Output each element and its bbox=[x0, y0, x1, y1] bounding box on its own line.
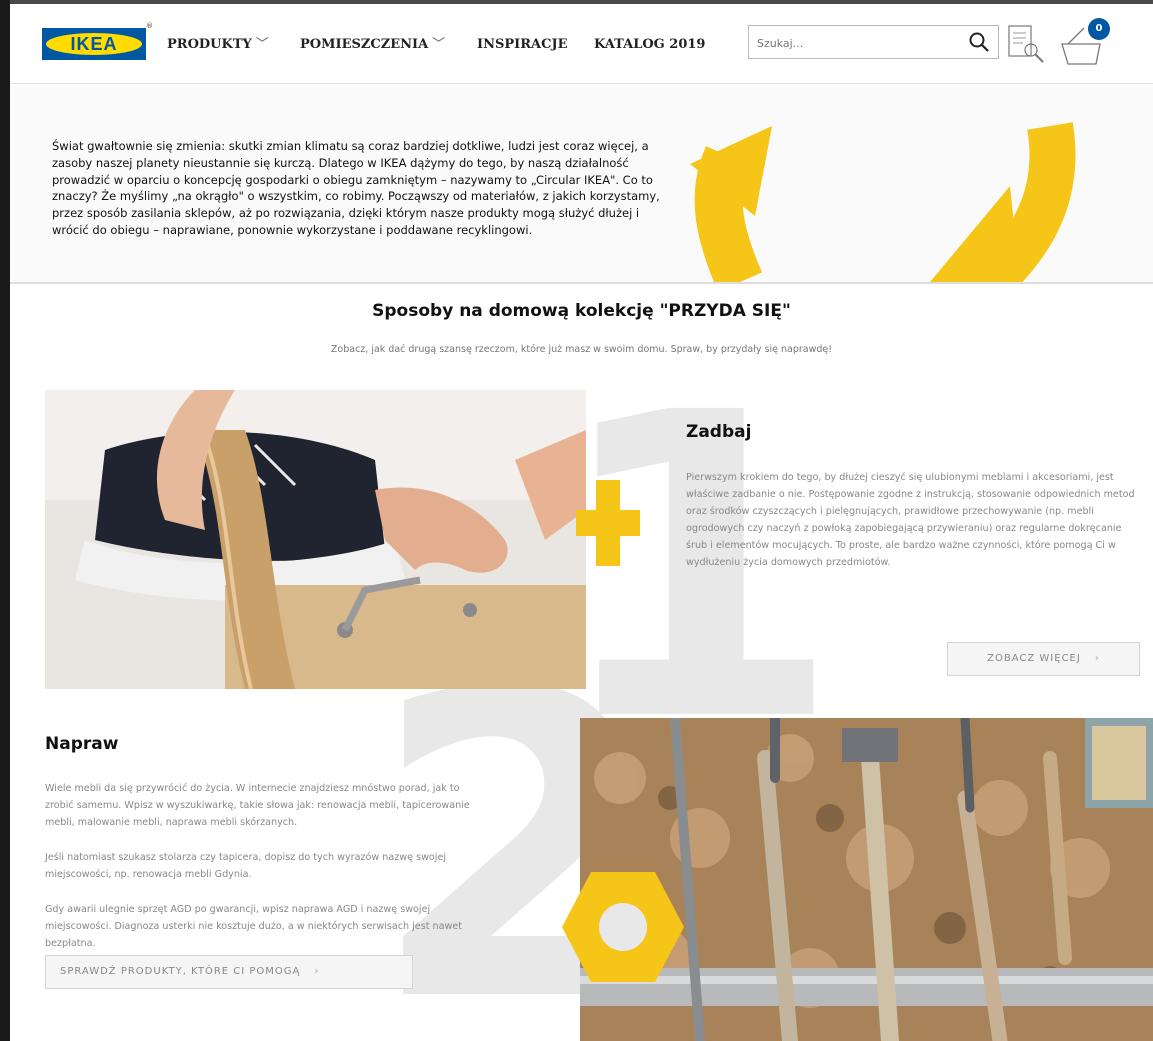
search-input[interactable] bbox=[757, 34, 957, 52]
nav-label: PRODUKTY bbox=[167, 37, 252, 52]
napraw-paragraph: Gdy awarii ulegnie sprzęt AGD po gwaranc… bbox=[45, 904, 462, 949]
search-icon[interactable] bbox=[968, 31, 990, 57]
napraw-title: Napraw bbox=[45, 734, 119, 754]
page: IKEA ® PRODUKTY ﹀ POMIESZCZENIA ﹀ INSPIRAC… bbox=[10, 0, 1153, 1041]
circular-arrows-graphic bbox=[690, 122, 1076, 282]
check-products-button[interactable]: SPRAWDŹ PRODUKTY, KTÓRE CI POMOGĄ › bbox=[45, 955, 413, 989]
chevron-right-icon: › bbox=[1094, 653, 1100, 664]
plus-icon bbox=[576, 480, 640, 566]
zadbaj-title: Zadbaj bbox=[686, 422, 752, 442]
nav-item-pomieszczenia[interactable]: POMIESZCZENIA ﹀ bbox=[300, 36, 445, 54]
shopping-list-icon[interactable] bbox=[1006, 24, 1046, 70]
section-title: Sposoby na domową kolekcję "PRZYDA SIĘ" bbox=[372, 301, 791, 321]
search-box bbox=[748, 25, 999, 59]
see-more-button[interactable]: ZOBACZ WIĘCEJ › bbox=[947, 642, 1140, 676]
ikea-logo[interactable]: IKEA ® bbox=[42, 22, 153, 60]
logo-registered-mark: ® bbox=[146, 22, 153, 30]
intro-section: Świat gwałtownie się zmienia: skutki zmi… bbox=[10, 86, 1153, 282]
chevron-down-icon: ﹀ bbox=[255, 37, 269, 52]
button-label: SPRAWDŹ PRODUKTY, KTÓRE CI POMOGĄ bbox=[60, 966, 301, 977]
napraw-paragraph: Jeśli natomiast szukasz stolarza czy tap… bbox=[45, 852, 447, 880]
nav-label: INSPIRACJE bbox=[477, 37, 568, 52]
zadbaj-photo bbox=[45, 390, 586, 689]
section-divider bbox=[10, 282, 1153, 284]
zadbaj-text: Pierwszym krokiem do tego, by dłużej cie… bbox=[686, 472, 1135, 568]
chevron-down-icon: ﹀ bbox=[432, 37, 446, 52]
hex-nut-icon bbox=[562, 872, 684, 982]
intro-text: Świat gwałtownie się zmienia: skutki zmi… bbox=[52, 139, 660, 237]
cart-count-badge: 0 bbox=[1088, 18, 1110, 40]
site-header: IKEA ® PRODUKTY ﹀ POMIESZCZENIA ﹀ INSPIRAC… bbox=[10, 4, 1153, 84]
nav-label: POMIESZCZENIA bbox=[300, 37, 429, 52]
logo-text: IKEA bbox=[70, 34, 118, 54]
nav-item-inspiracje[interactable]: INSPIRACJE bbox=[477, 36, 568, 54]
napraw-paragraph: Wiele mebli da się przywrócić do życia. … bbox=[45, 783, 470, 828]
nav-item-katalog[interactable]: KATALOG 2019 bbox=[594, 36, 705, 54]
nav-label: KATALOG 2019 bbox=[594, 37, 706, 52]
chevron-right-icon: › bbox=[314, 966, 320, 977]
button-label: ZOBACZ WIĘCEJ bbox=[987, 653, 1081, 664]
nav-item-produkty[interactable]: PRODUKTY ﹀ bbox=[167, 36, 269, 54]
